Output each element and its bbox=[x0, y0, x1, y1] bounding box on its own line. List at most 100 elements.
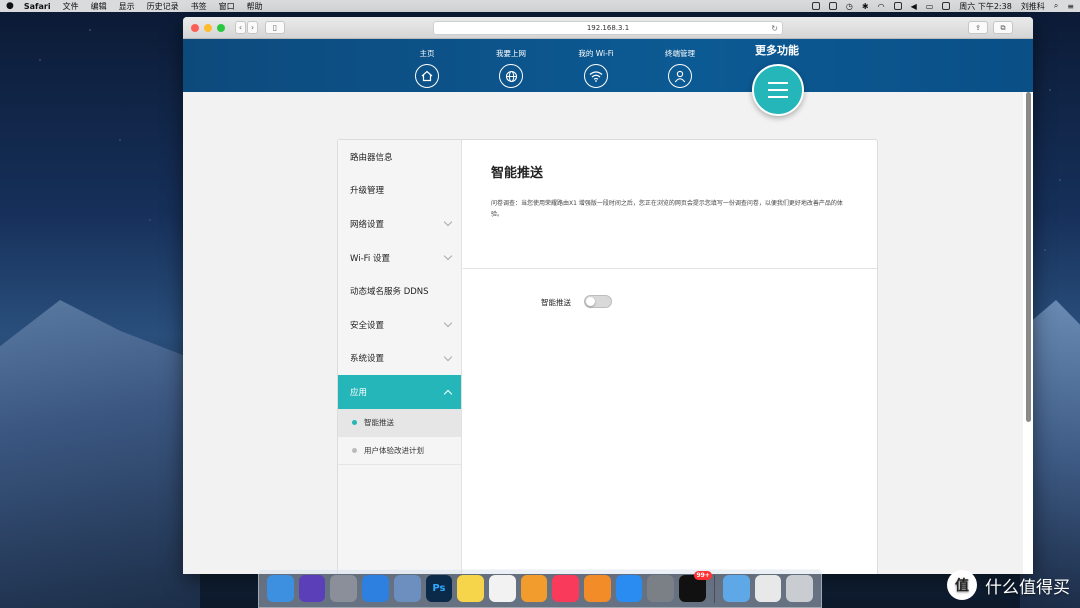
smart-push-toggle-label: 智能推送 bbox=[541, 298, 571, 307]
dock-app-app-store-icon[interactable] bbox=[615, 575, 643, 602]
sidebar-subitem-ux-program[interactable]: 用户体验改进计划 bbox=[338, 437, 461, 465]
more-functions-menu-button[interactable] bbox=[752, 64, 804, 116]
menu-view[interactable]: 显示 bbox=[119, 1, 135, 12]
back-button[interactable]: ‹ bbox=[235, 21, 246, 34]
toggle-knob bbox=[586, 297, 595, 306]
menu-history[interactable]: 历史记录 bbox=[147, 1, 179, 12]
sidebar-item-wifi[interactable]: Wi-Fi 设置 bbox=[338, 241, 461, 275]
sidebar-item-label: 安全设置 bbox=[350, 320, 385, 331]
nav-devices[interactable]: 终端管理 bbox=[650, 48, 710, 88]
more-functions-label: 更多功能 bbox=[755, 44, 799, 57]
menu-app-name[interactable]: Safari bbox=[24, 2, 51, 11]
watermark: 值 什么值得买 bbox=[947, 570, 1070, 600]
dock-app-safari-icon[interactable] bbox=[362, 575, 389, 602]
status-icon[interactable] bbox=[811, 2, 820, 10]
input-source-icon[interactable] bbox=[942, 2, 951, 10]
settings-sidebar: 路由器信息 升级管理 网络设置 Wi-Fi 设置 动态域名服务 DDNS 安全设… bbox=[338, 140, 462, 574]
sidebar-item-label: 网络设置 bbox=[350, 219, 385, 230]
page-scrollbar[interactable] bbox=[1026, 92, 1031, 422]
dock-app-notes-icon[interactable] bbox=[457, 575, 484, 602]
notification-center-icon[interactable]: ≡ bbox=[1067, 2, 1074, 11]
dock-app-photoshop-icon[interactable]: Ps bbox=[425, 575, 453, 602]
time-machine-icon[interactable]: ◷ bbox=[846, 2, 853, 11]
smart-push-toggle[interactable] bbox=[584, 295, 612, 308]
menu-line bbox=[768, 82, 788, 84]
minimize-window-button[interactable] bbox=[204, 23, 212, 32]
reload-icon[interactable]: ↻ bbox=[771, 22, 778, 35]
spotlight-icon[interactable]: ⌕ bbox=[1054, 1, 1058, 11]
menu-line bbox=[768, 89, 788, 91]
sidebar-item-label: 升级管理 bbox=[350, 186, 385, 197]
battery-icon[interactable]: ▭ bbox=[926, 2, 934, 11]
sidebar-item-upgrade[interactable]: 升级管理 bbox=[338, 174, 461, 208]
menu-help[interactable]: 帮助 bbox=[247, 1, 263, 12]
chevron-down-icon bbox=[443, 318, 453, 328]
page-content: 路由器信息 升级管理 网络设置 Wi-Fi 设置 动态域名服务 DDNS 安全设… bbox=[183, 92, 1023, 574]
macos-dock: Ps 99+ bbox=[258, 569, 822, 608]
dock-app-system-preferences-icon[interactable] bbox=[647, 575, 675, 602]
settings-main: 智能推送 问卷调查：当您使用荣耀路由X1 增强版一段时间之后，您正在浏览的网页会… bbox=[463, 140, 877, 574]
nav-wifi[interactable]: 我的 Wi-Fi bbox=[566, 48, 626, 88]
nav-label: 主页 bbox=[419, 49, 435, 58]
nav-home[interactable]: 主页 bbox=[397, 48, 457, 88]
bluetooth-icon[interactable]: ✱ bbox=[862, 2, 869, 11]
tabs-overview-button[interactable]: ⧉ bbox=[993, 21, 1013, 34]
dock-app-downloads-icon[interactable] bbox=[722, 575, 750, 602]
nav-label: 终端管理 bbox=[665, 49, 695, 58]
volume-icon[interactable]: ◀ bbox=[911, 2, 917, 11]
share-button[interactable]: ⇪ bbox=[968, 21, 988, 34]
menubar-clock[interactable]: 周六 下午2:38 bbox=[959, 1, 1012, 12]
chevron-down-icon bbox=[443, 352, 453, 361]
apple-menu-icon[interactable]: ● bbox=[6, 1, 14, 11]
dock-app-pages-icon[interactable] bbox=[520, 575, 548, 602]
sidebar-item-label: 动态域名服务 DDNS bbox=[350, 287, 429, 298]
sidebar-item-label: 系统设置 bbox=[350, 354, 385, 365]
dock-app-finder-icon[interactable] bbox=[267, 575, 294, 602]
nav-label: 我的 Wi-Fi bbox=[578, 49, 614, 58]
router-header: 主页 我要上网 我的 Wi-Fi 终端管理 更多功能 bbox=[183, 39, 1033, 92]
sidebar-item-security[interactable]: 安全设置 bbox=[338, 308, 461, 342]
dock-app-qq-icon[interactable]: 99+ bbox=[679, 571, 712, 602]
bullet-icon bbox=[352, 447, 357, 453]
watermark-logo: 值 bbox=[947, 570, 977, 600]
dock-app-books-icon[interactable] bbox=[584, 575, 611, 602]
menubar-user[interactable]: 刘推科 bbox=[1021, 1, 1045, 12]
menu-file[interactable]: 文件 bbox=[63, 1, 79, 12]
menu-window[interactable]: 窗口 bbox=[219, 1, 235, 12]
dock-app-preview-icon[interactable] bbox=[393, 575, 421, 602]
safari-window: ‹ › ▯ 192.168.3.1 ↻ ⇪ ⧉ 主页 我要上网 我的 Wi-Fi bbox=[183, 17, 1033, 574]
watermark-text: 什么值得买 bbox=[985, 577, 1070, 598]
close-window-button[interactable] bbox=[191, 23, 199, 32]
dock-app-music-icon[interactable] bbox=[552, 575, 580, 602]
dock-app-launchpad-icon[interactable] bbox=[330, 575, 358, 602]
sidebar-subitem-label: 智能推送 bbox=[364, 417, 394, 427]
sidebar-item-label: 路由器信息 bbox=[350, 152, 393, 163]
globe-icon bbox=[499, 64, 523, 88]
airplay-icon[interactable] bbox=[893, 2, 902, 10]
wifi-status-icon[interactable]: ◠ bbox=[878, 2, 885, 11]
dock-app-trash-icon[interactable] bbox=[786, 575, 813, 602]
sidebar-item-router-info[interactable]: 路由器信息 bbox=[338, 140, 461, 174]
browser-toolbar: ‹ › ▯ 192.168.3.1 ↻ ⇪ ⧉ bbox=[183, 17, 1033, 39]
sidebar-item-system[interactable]: 系统设置 bbox=[338, 342, 461, 376]
dock-app-photos-icon[interactable] bbox=[488, 575, 516, 602]
status-icon[interactable] bbox=[828, 2, 837, 10]
dock-app-siri-icon[interactable] bbox=[298, 575, 326, 602]
sidebar-subitem-label: 用户体验改进计划 bbox=[364, 445, 424, 455]
sidebar-toggle-button[interactable]: ▯ bbox=[265, 21, 285, 34]
sidebar-subitem-smart-push[interactable]: 智能推送 bbox=[338, 408, 461, 437]
chevron-down-icon bbox=[443, 217, 453, 227]
sidebar-item-apps[interactable]: 应用 bbox=[338, 375, 461, 409]
menu-bookmarks[interactable]: 书签 bbox=[191, 1, 207, 12]
sidebar-item-label: 应用 bbox=[350, 387, 368, 398]
address-bar[interactable]: 192.168.3.1 ↻ bbox=[433, 21, 783, 35]
sidebar-item-network[interactable]: 网络设置 bbox=[338, 207, 461, 241]
dock-app-document-icon[interactable] bbox=[754, 575, 782, 602]
forward-button[interactable]: › bbox=[247, 21, 258, 34]
nav-internet[interactable]: 我要上网 bbox=[481, 48, 541, 88]
sidebar-item-ddns[interactable]: 动态域名服务 DDNS bbox=[338, 274, 461, 308]
menu-edit[interactable]: 编辑 bbox=[91, 1, 107, 12]
bullet-icon bbox=[352, 419, 357, 425]
zoom-window-button[interactable] bbox=[217, 23, 225, 32]
section-divider bbox=[463, 268, 877, 269]
